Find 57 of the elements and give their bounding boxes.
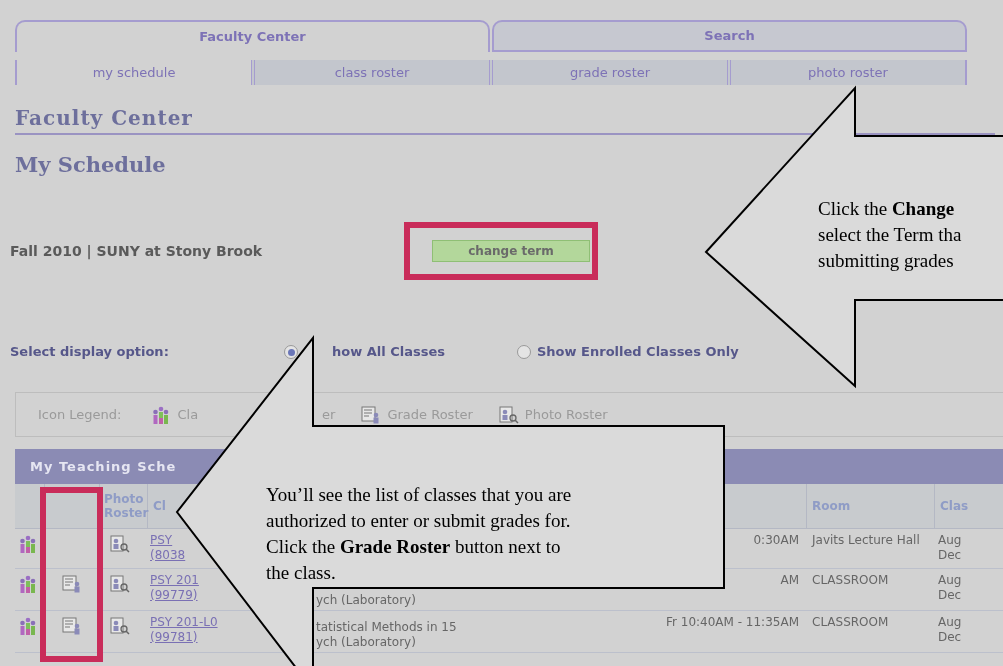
people-icon[interactable] [18, 535, 38, 553]
subtab[interactable]: class roster [251, 60, 489, 85]
radio-button[interactable] [284, 345, 298, 359]
tab[interactable]: Search [492, 20, 967, 52]
people-icon[interactable] [18, 617, 38, 635]
table-cell: Aug [938, 533, 962, 548]
document-person-icon[interactable] [62, 617, 82, 635]
table-cell: Aug [938, 573, 962, 588]
person-magnifier-icon[interactable] [110, 535, 130, 553]
legend-text: Cla [177, 405, 199, 424]
table-cell: CLASSROOM [812, 615, 889, 629]
people-icon[interactable] [18, 575, 38, 593]
term-label: Fall 2010 | SUNY at Stony Brook [10, 241, 264, 262]
page-title: My Schedule [15, 153, 166, 177]
table-cell: AM [780, 573, 799, 588]
column-header: Room [812, 498, 851, 515]
callout-text: You’ll see the list of classes that you are authorized to enter or submit grades for. Click the Grade Roster button next to the class. [266, 483, 572, 585]
column-header: Photo Roster [104, 492, 149, 520]
document-person-icon[interactable] [62, 575, 82, 593]
legend-label: Icon Legend: [38, 405, 122, 424]
column-header: Cl [153, 498, 166, 515]
legend-text: er [322, 405, 336, 424]
class-link[interactable]: PSY 201 [150, 573, 199, 588]
document-person-icon [361, 405, 382, 424]
radio-button[interactable] [517, 345, 531, 359]
person-magnifier-icon[interactable] [110, 617, 130, 635]
table-cell: Aug [938, 615, 962, 630]
class-link[interactable]: (99781) [150, 630, 198, 645]
table-cell: ych (Laboratory) [316, 593, 416, 608]
class-link[interactable]: PSY [150, 533, 173, 548]
legend-text: Photo Roster [524, 405, 608, 424]
table-cell: Javits Lecture Hall [812, 533, 920, 547]
table-cell: Dec [938, 548, 962, 563]
class-link[interactable]: (99779) [150, 588, 198, 603]
table-cell: Dec [938, 630, 962, 645]
class-link[interactable]: (8038 [150, 548, 186, 563]
column-header: Clas [940, 498, 969, 515]
tab[interactable]: Faculty Center [15, 20, 490, 52]
radio-label: Show Enrolled Classes Only [537, 343, 739, 362]
subtab[interactable]: photo roster [727, 60, 965, 85]
section-heading: Faculty Center [15, 107, 194, 129]
table-cell: CLASSROOM [812, 573, 889, 587]
table-title: My Teaching Sche [30, 457, 177, 476]
change-term-button[interactable]: change term [432, 240, 590, 262]
class-link[interactable]: PSY 201-L0 [150, 615, 218, 630]
person-magnifier-icon[interactable] [110, 575, 130, 593]
subtab[interactable]: grade roster [489, 60, 727, 85]
person-magnifier-icon [498, 405, 519, 424]
table-cell: tatistical Methods in 15 [316, 620, 457, 635]
table-cell: Dec [938, 588, 962, 603]
radio-label: how All Classes [332, 343, 446, 362]
display-option-label: Select display option: [10, 343, 170, 362]
table-cell: Fr 10:40AM - 11:35AM [665, 615, 799, 630]
table-cell: ych (Laboratory) [316, 635, 416, 650]
callout-text: Click the Change select the Term tha submitting grades [818, 197, 962, 273]
legend-text: Grade Roster [387, 405, 473, 424]
table-cell: 0:30AM [753, 533, 799, 548]
